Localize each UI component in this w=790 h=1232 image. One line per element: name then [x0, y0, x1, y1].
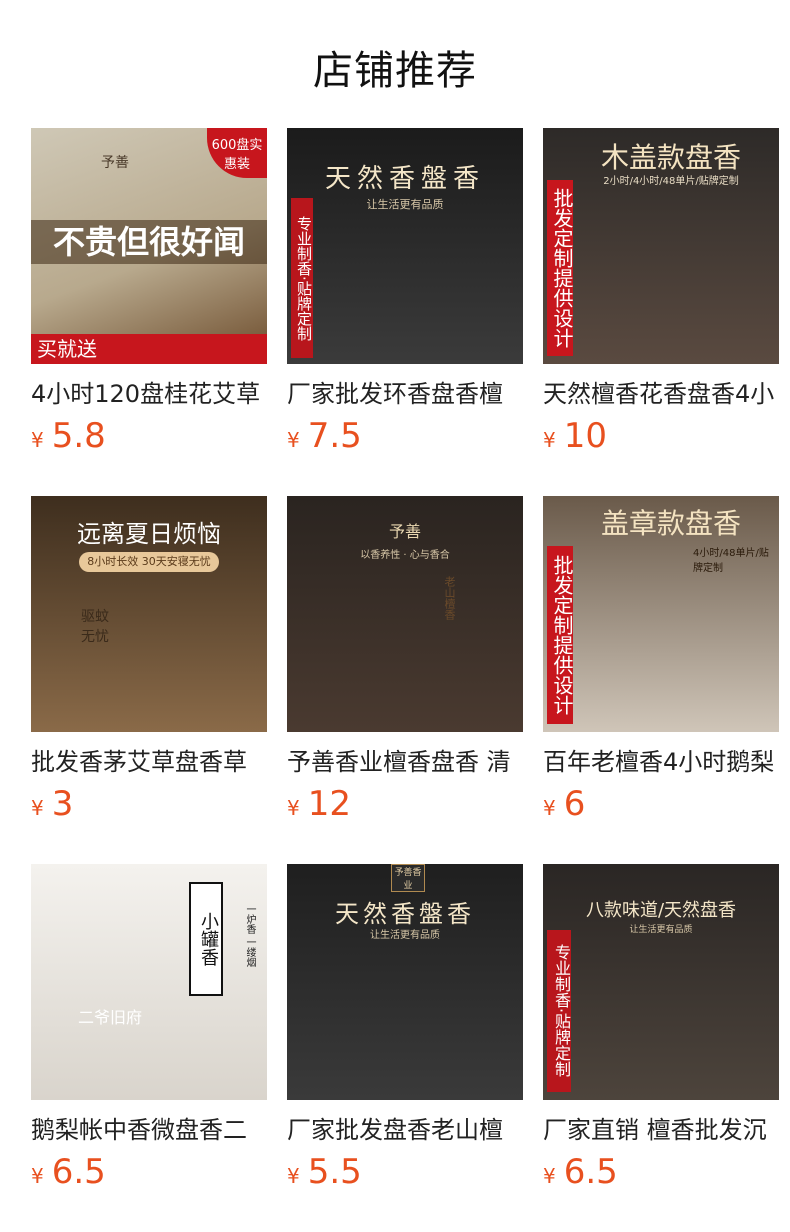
product-name[interactable]: 予善香业檀香盘香 清 — [287, 746, 523, 778]
image-title: 八款味道/天然盘香 — [585, 900, 737, 921]
image-subtitle: 让生活更有品质 — [370, 930, 440, 941]
product-image[interactable]: 天然香盤香 让生活更有品质 专业制香·贴牌定制 — [287, 128, 523, 364]
image-subtitle: 4小时/48单片/贴牌定制 — [693, 548, 769, 574]
image-title: 天然香盤香 — [324, 164, 485, 194]
product-name[interactable]: 天然檀香花香盘香4小 — [543, 378, 779, 410]
product-card[interactable]: 木盖款盘香 2小时/4小时/48单片/贴牌定制 批发定制提供设计 天然檀香花香盘… — [543, 128, 779, 460]
product-name[interactable]: 厂家批发盘香老山檀 — [287, 1114, 523, 1146]
image-subtitle: 让生活更有品质 — [366, 198, 444, 211]
image-title: 远离夏日烦恼 — [77, 520, 221, 548]
image-subtitle: 一炉香 一缕烟 — [244, 904, 255, 968]
currency-symbol: ¥ — [287, 428, 300, 452]
gift-strip: 买就送 — [31, 334, 267, 364]
image-subtitle: 让生活更有品质 — [629, 925, 693, 935]
currency-symbol: ¥ — [287, 796, 300, 820]
product-price: ¥10 — [543, 418, 779, 460]
currency-symbol: ¥ — [31, 1164, 44, 1188]
price-value: 5.8 — [51, 416, 106, 456]
image-title: 天然香盤香 — [335, 900, 475, 928]
page-title: 店铺推荐 — [313, 48, 477, 94]
price-value: 6.5 — [563, 1152, 618, 1192]
product-name[interactable]: 厂家直销 檀香批发沉 — [543, 1114, 779, 1146]
product-image[interactable]: 远离夏日烦恼 8小时长效 30天安寝无忧 驱蚊无忧 — [31, 496, 267, 732]
price-value: 10 — [563, 416, 607, 456]
product-card[interactable]: 600盘实惠装 予善 不贵但很好闻 买就送 4小时120盘桂花艾草 ¥5.8 — [31, 128, 267, 460]
product-price: ¥7.5 — [287, 418, 523, 460]
product-image[interactable]: 600盘实惠装 予善 不贵但很好闻 买就送 — [31, 128, 267, 364]
brand-logo: 予善香业 — [391, 864, 425, 892]
image-title: 木盖款盘香 — [600, 141, 741, 174]
image-title: 盖章款盘香 — [600, 507, 741, 540]
side-banner: 专业制香·贴牌定制 — [291, 198, 313, 358]
product-card[interactable]: 天然香盤香 让生活更有品质 专业制香·贴牌定制 厂家批发环香盘香檀 ¥7.5 — [287, 128, 523, 460]
badge: 600盘实惠装 — [207, 128, 267, 178]
side-banner: 专业制香·贴牌定制 — [547, 930, 571, 1092]
currency-symbol: ¥ — [31, 428, 44, 452]
brand-logo: 予善 — [388, 522, 421, 541]
product-price: ¥6.5 — [31, 1154, 267, 1196]
product-name[interactable]: 批发香茅艾草盘香草 — [31, 746, 267, 778]
price-value: 12 — [307, 784, 351, 824]
product-image[interactable]: 小罐香 一炉香 一缕烟 二爷旧府 — [31, 864, 267, 1100]
price-value: 5.5 — [307, 1152, 362, 1192]
product-price: ¥5.5 — [287, 1154, 523, 1196]
image-title: 小罐香 — [189, 882, 223, 996]
product-card[interactable]: 予善香业 天然香盤香 让生活更有品质 厂家批发盘香老山檀 ¥5.5 — [287, 864, 523, 1196]
product-name[interactable]: 4小时120盘桂花艾草 — [31, 378, 267, 410]
price-value: 6 — [563, 784, 586, 824]
product-name[interactable]: 厂家批发环香盘香檀 — [287, 378, 523, 410]
currency-symbol: ¥ — [543, 796, 556, 820]
image-subtitle: 8小时长效 30天安寝无忧 — [79, 552, 219, 572]
product-image[interactable]: 予善 以香养性 · 心与香合 老山檀香 — [287, 496, 523, 732]
product-price: ¥5.8 — [31, 418, 267, 460]
box-label: 驱蚊无忧 — [81, 609, 109, 645]
product-name[interactable]: 鹅梨帐中香微盘香二 — [31, 1114, 267, 1146]
promo-banner: 不贵但很好闻 — [31, 220, 267, 264]
brand-logo: 予善 — [101, 155, 129, 171]
product-price: ¥6.5 — [543, 1154, 779, 1196]
image-subtitle: 以香养性 · 心与香合 — [360, 550, 450, 561]
product-name[interactable]: 百年老檀香4小时鹅梨 — [543, 746, 779, 778]
tin-label: 二爷旧府 — [77, 1008, 142, 1027]
product-price: ¥12 — [287, 786, 523, 828]
side-banner: 批发定制提供设计 — [547, 546, 574, 724]
image-subtitle: 2小时/4小时/48单片/贴牌定制 — [603, 176, 739, 187]
price-value: 3 — [51, 784, 74, 824]
product-card[interactable]: 予善 以香养性 · 心与香合 老山檀香 予善香业檀香盘香 清 ¥12 — [287, 496, 523, 828]
product-image[interactable]: 木盖款盘香 2小时/4小时/48单片/贴牌定制 批发定制提供设计 — [543, 128, 779, 364]
product-card[interactable]: 盖章款盘香 4小时/48单片/贴牌定制 批发定制提供设计 百年老檀香4小时鹅梨 … — [543, 496, 779, 828]
product-image[interactable]: 八款味道/天然盘香 让生活更有品质 专业制香·贴牌定制 — [543, 864, 779, 1100]
product-price: ¥3 — [31, 786, 267, 828]
price-value: 6.5 — [51, 1152, 106, 1192]
product-card[interactable]: 远离夏日烦恼 8小时长效 30天安寝无忧 驱蚊无忧 批发香茅艾草盘香草 ¥3 — [31, 496, 267, 828]
product-image[interactable]: 予善香业 天然香盤香 让生活更有品质 — [287, 864, 523, 1100]
price-value: 7.5 — [307, 416, 362, 456]
currency-symbol: ¥ — [543, 428, 556, 452]
product-image[interactable]: 盖章款盘香 4小时/48单片/贴牌定制 批发定制提供设计 — [543, 496, 779, 732]
product-card[interactable]: 八款味道/天然盘香 让生活更有品质 专业制香·贴牌定制 厂家直销 檀香批发沉 ¥… — [543, 864, 779, 1196]
side-banner: 批发定制提供设计 — [547, 180, 574, 356]
product-card[interactable]: 小罐香 一炉香 一缕烟 二爷旧府 鹅梨帐中香微盘香二 ¥6.5 — [31, 864, 267, 1196]
currency-symbol: ¥ — [31, 796, 44, 820]
currency-symbol: ¥ — [287, 1164, 300, 1188]
currency-symbol: ¥ — [543, 1164, 556, 1188]
box-label: 老山檀香 — [443, 576, 456, 620]
product-price: ¥6 — [543, 786, 779, 828]
